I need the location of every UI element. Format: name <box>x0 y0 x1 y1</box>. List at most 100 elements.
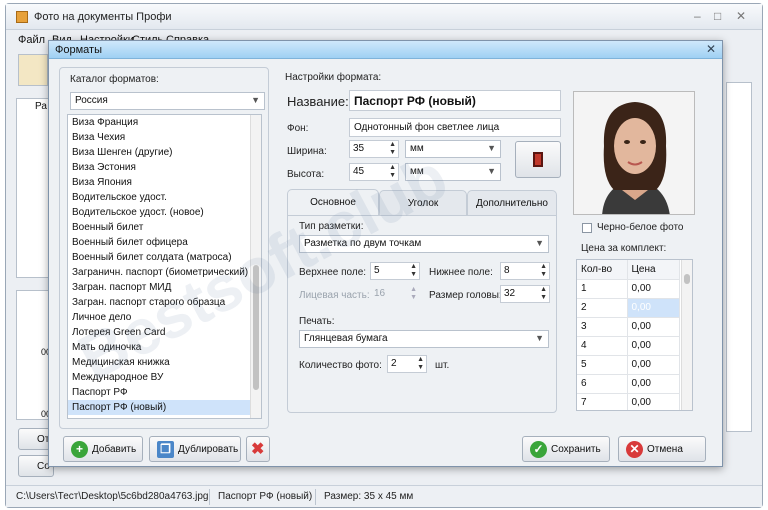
price-cell[interactable]: 0,00 <box>627 355 680 375</box>
list-item[interactable]: Водительское удост. (новое) <box>68 205 261 220</box>
dialog-close-icon[interactable]: ✕ <box>706 42 716 56</box>
height-unit-select[interactable]: мм ▼ <box>405 163 501 181</box>
print-label: Печать: <box>299 316 335 327</box>
width-unit-select[interactable]: мм ▼ <box>405 140 501 158</box>
list-item[interactable]: Военный билет офицера <box>68 235 261 250</box>
scrollbar-thumb[interactable] <box>253 265 259 390</box>
qty-label: Количество фото: <box>299 360 382 371</box>
height-stepper[interactable]: 45 ▲ ▼ <box>349 163 399 181</box>
chevron-down-icon: ▼ <box>251 95 260 105</box>
tab-additional[interactable]: Дополнительно <box>467 190 557 216</box>
head-size-stepper[interactable]: 32 ▲ ▼ <box>500 285 550 303</box>
bg-label: Фон: <box>287 123 309 134</box>
list-item[interactable]: Виза Эстония <box>68 160 261 175</box>
country-select[interactable]: Россия ▼ <box>70 92 265 110</box>
scrollbar-thumb[interactable] <box>684 274 690 284</box>
portrait-image <box>574 92 694 214</box>
list-item[interactable]: Водительское удост. <box>68 190 261 205</box>
face-label: Лицевая часть: <box>299 290 370 301</box>
list-item[interactable]: Загран. паспорт МИД <box>68 280 261 295</box>
minimize-icon[interactable]: – <box>694 9 701 23</box>
list-item[interactable]: Виза Франция <box>68 115 261 130</box>
bw-checkbox[interactable] <box>582 223 592 233</box>
table-row[interactable]: 6 0,00 <box>577 374 680 394</box>
list-item[interactable]: Виза Шенген (другие) <box>68 145 261 160</box>
price-cell[interactable]: 0,00 <box>627 298 680 318</box>
left-tab-label: Ра <box>35 101 47 112</box>
delete-x-icon: ✖ <box>251 441 265 458</box>
chevron-down-icon: ▼ <box>535 333 544 343</box>
stepper-arrows-icon: ▲ ▼ <box>410 286 417 301</box>
status-format: Паспорт РФ (новый) <box>218 491 313 502</box>
close-window-icon[interactable]: ✕ <box>736 9 746 23</box>
list-item[interactable]: Виза Япония <box>68 175 261 190</box>
dialog-title-bar: Форматы ✕ <box>49 41 722 59</box>
toolbar-open-icon[interactable] <box>18 54 48 86</box>
dialog-title: Форматы <box>55 44 102 56</box>
menu-file[interactable]: Файл <box>18 34 45 46</box>
head-size-label: Размер головы: <box>429 290 502 301</box>
bottom-margin-label: Нижнее поле: <box>429 267 493 278</box>
delete-button[interactable]: ✖ <box>246 436 270 462</box>
price-header-qty: Кол-во <box>577 260 628 280</box>
qty-cell[interactable]: 7 <box>577 393 628 410</box>
formats-list[interactable]: Виза Франция Виза Чехия Виза Шенген (други… <box>67 114 262 419</box>
price-cell[interactable]: 0,00 <box>627 393 680 410</box>
add-button[interactable]: + Добавить <box>63 436 143 462</box>
list-item[interactable]: Военный билет солдата (матроса) <box>68 250 261 265</box>
chevron-down-icon: ▼ <box>535 238 544 248</box>
price-cell[interactable]: 0,00 <box>627 279 680 299</box>
list-item[interactable]: Паспорт РФ (новый) <box>68 400 261 415</box>
list-item[interactable]: Загран. паспорт старого образца <box>68 295 261 310</box>
table-row[interactable]: 1 0,00 <box>577 279 680 299</box>
table-row[interactable]: 2 0,00 <box>577 298 680 318</box>
duplicate-button[interactable]: ❐ Дублировать <box>149 436 241 462</box>
bottom-margin-stepper[interactable]: 8 ▲ ▼ <box>500 262 550 280</box>
cancel-button[interactable]: ✕ Отмена <box>618 436 706 462</box>
list-item[interactable]: Мать одиночка <box>68 340 261 355</box>
bg-field[interactable]: Однотонный фон светлее лица <box>349 118 561 137</box>
app-title: Фото на документы Профи <box>34 11 172 23</box>
table-row[interactable]: 4 0,00 <box>577 336 680 356</box>
qty-cell[interactable]: 6 <box>577 374 628 394</box>
list-item[interactable]: Виза Чехия <box>68 130 261 145</box>
table-row[interactable]: 3 0,00 <box>577 317 680 337</box>
price-scrollbar[interactable] <box>681 260 692 410</box>
markup-select[interactable]: Разметка по двум точкам ▼ <box>299 235 549 253</box>
qty-cell[interactable]: 3 <box>577 317 628 337</box>
table-row[interactable]: 5 0,00 <box>577 355 680 375</box>
price-cell[interactable]: 0,00 <box>627 336 680 356</box>
qty-cell[interactable]: 4 <box>577 336 628 356</box>
tab-basic[interactable]: Основное <box>287 189 379 216</box>
right-panel <box>726 82 752 432</box>
list-item[interactable]: Военный билет <box>68 220 261 235</box>
qty-cell[interactable]: 1 <box>577 279 628 299</box>
width-stepper[interactable]: 35 ▲ ▼ <box>349 140 399 158</box>
price-table[interactable]: Кол-во Цена 1 0,00 2 0,00 3 0,00 4 0,00 5 0,00 6 0,… <box>576 259 693 411</box>
settings-label: Настройки формата: <box>285 72 382 83</box>
list-item[interactable]: Международное ВУ <box>68 370 261 385</box>
name-field[interactable]: Паспорт РФ (новый) <box>349 90 561 111</box>
list-item[interactable]: Медицинская книжка <box>68 355 261 370</box>
list-item[interactable]: Заграничн. паспорт (биометрический) <box>68 265 261 280</box>
price-cell[interactable]: 0,00 <box>627 374 680 394</box>
color-swatch-icon <box>533 152 543 167</box>
list-item[interactable]: Лотерея Green Card <box>68 325 261 340</box>
top-margin-stepper[interactable]: 5 ▲ ▼ <box>370 262 420 280</box>
save-button[interactable]: ✓ Сохранить <box>522 436 610 462</box>
bg-color-button[interactable] <box>515 141 561 178</box>
qty-unit: шт. <box>435 360 450 371</box>
tab-corner[interactable]: Уголок <box>379 190 467 216</box>
formats-scrollbar[interactable] <box>250 115 261 418</box>
height-label: Высота: <box>287 169 325 180</box>
list-item[interactable]: Личное дело <box>68 310 261 325</box>
qty-cell[interactable]: 5 <box>577 355 628 375</box>
maximize-icon[interactable]: □ <box>714 9 721 23</box>
qty-cell[interactable]: 2 <box>577 298 628 318</box>
list-item[interactable]: Паспорт РФ <box>68 385 261 400</box>
price-cell[interactable]: 0,00 <box>627 317 680 337</box>
qty-stepper[interactable]: 2 ▲ ▼ <box>387 355 427 373</box>
status-path: C:\Users\Тест\Desktop\5c6bd280a4763.jpg <box>16 491 209 502</box>
table-row[interactable]: 7 0,00 <box>577 393 680 410</box>
print-select[interactable]: Глянцевая бумага ▼ <box>299 330 549 348</box>
